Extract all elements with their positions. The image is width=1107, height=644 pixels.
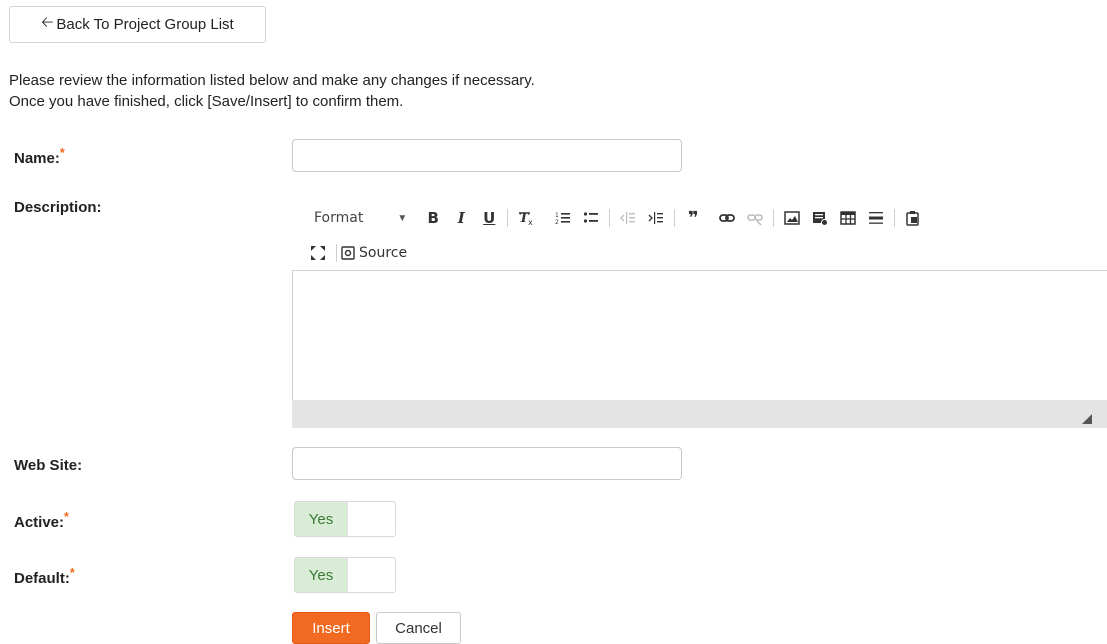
active-label: Active:*: [14, 510, 69, 531]
blockquote-button[interactable]: ❞: [681, 206, 705, 230]
arrow-left-icon: 🡠: [41, 14, 54, 31]
toolbar-separator: [507, 209, 509, 227]
toolbar-separator: [336, 244, 337, 262]
remove-format-icon: Tx: [519, 211, 533, 226]
embed-media-button[interactable]: [808, 206, 832, 230]
paste-icon: [906, 211, 919, 226]
required-marker: *: [69, 566, 75, 580]
bulleted-list-button[interactable]: [579, 206, 603, 230]
name-input[interactable]: [292, 139, 682, 172]
embed-media-icon: [813, 212, 829, 226]
editor-toolbar-row-2: Source: [306, 239, 407, 267]
active-toggle[interactable]: Yes: [294, 501, 396, 537]
link-icon: [719, 214, 736, 222]
name-label: Name:*: [14, 146, 65, 167]
table-icon: [840, 211, 856, 225]
default-toggle[interactable]: Yes: [294, 557, 396, 593]
source-button-label: Source: [359, 245, 408, 261]
format-dropdown[interactable]: Format: [314, 210, 363, 226]
cancel-button[interactable]: Cancel: [376, 612, 461, 644]
required-marker: *: [59, 146, 65, 160]
maximize-button[interactable]: [306, 241, 330, 265]
decrease-indent-button[interactable]: [616, 206, 640, 230]
website-label-text: Web Site:: [14, 457, 83, 474]
paste-button[interactable]: [901, 206, 925, 230]
source-button[interactable]: Source: [341, 245, 407, 261]
svg-text:1: 1: [555, 212, 559, 219]
increase-indent-icon: [648, 212, 664, 224]
image-icon: [784, 211, 800, 225]
table-button[interactable]: [836, 206, 860, 230]
resize-handle-icon[interactable]: [1082, 414, 1092, 424]
numbered-list-icon: 12: [555, 212, 571, 226]
description-editor[interactable]: [292, 270, 1107, 400]
name-label-text: Name:: [14, 150, 60, 167]
italic-button[interactable]: I: [449, 206, 473, 230]
description-label-text: Description:: [14, 199, 102, 216]
image-button[interactable]: [780, 206, 804, 230]
toolbar-separator: [674, 209, 676, 227]
toolbar-separator: [609, 209, 611, 227]
bold-button[interactable]: B: [421, 206, 445, 230]
active-toggle-yes: Yes: [295, 502, 348, 536]
remove-format-button[interactable]: Tx: [514, 206, 538, 230]
bulleted-list-icon: [584, 212, 599, 223]
active-label-text: Active:: [14, 514, 65, 531]
svg-text:2: 2: [555, 219, 559, 226]
back-to-project-group-list-button[interactable]: 🡠 Back To Project Group List: [9, 6, 266, 43]
toolbar-separator: [773, 209, 775, 227]
chevron-down-icon[interactable]: ▼: [397, 213, 407, 224]
intro-text: Please review the information listed bel…: [9, 70, 535, 112]
back-button-label: Back To Project Group List: [56, 16, 234, 33]
website-label: Web Site:: [14, 457, 82, 474]
maximize-icon: [311, 246, 325, 260]
toolbar-separator: [894, 209, 896, 227]
website-input[interactable]: [292, 447, 682, 480]
insert-button[interactable]: Insert: [292, 612, 370, 644]
default-label-text: Default:: [14, 570, 70, 587]
horizontal-line-button[interactable]: [864, 206, 888, 230]
underline-button[interactable]: U: [477, 206, 501, 230]
source-icon: [341, 246, 355, 260]
decrease-indent-icon: [620, 212, 636, 224]
unlink-button[interactable]: [743, 206, 767, 230]
editor-toolbar-row-1: Format ▼ B I U Tx 12 ❞: [304, 204, 927, 232]
intro-line-2: Once you have finished, click [Save/Inse…: [9, 93, 404, 110]
svg-text:x: x: [528, 218, 533, 226]
horizontal-line-icon: [869, 212, 884, 224]
increase-indent-button[interactable]: [644, 206, 668, 230]
intro-line-1: Please review the information listed bel…: [9, 72, 535, 89]
editor-status-bar: [292, 400, 1107, 428]
unlink-icon: [747, 214, 764, 226]
numbered-list-button[interactable]: 12: [551, 206, 575, 230]
default-label: Default:*: [14, 566, 75, 587]
default-toggle-yes: Yes: [295, 558, 348, 592]
description-label: Description:: [14, 199, 102, 216]
required-marker: *: [64, 510, 69, 524]
link-button[interactable]: [715, 206, 739, 230]
